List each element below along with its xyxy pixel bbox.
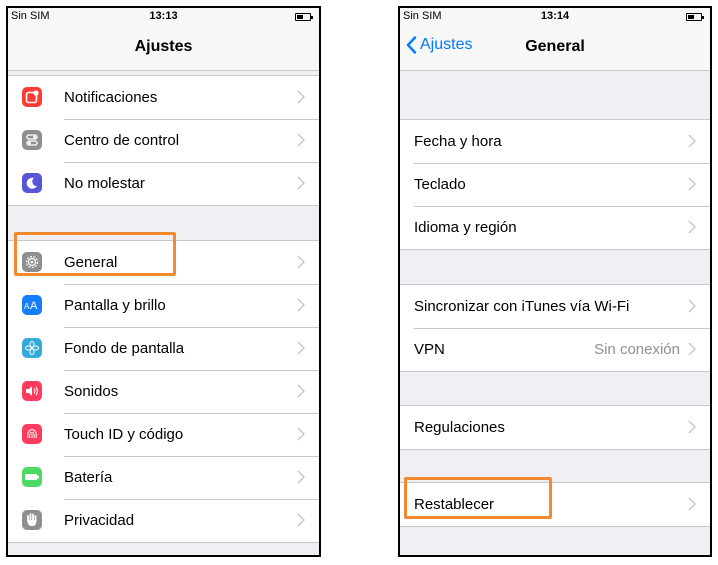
hand-icon (22, 510, 42, 530)
settings-group-2: General AA Pantalla y brillo Fondo de pa… (8, 240, 319, 543)
row-label: Teclado (414, 176, 466, 193)
row-teclado[interactable]: Teclado (400, 163, 710, 206)
chevron-right-icon (297, 341, 305, 355)
chevron-right-icon (688, 497, 696, 511)
row-label: Notificaciones (64, 89, 158, 106)
clock: 13:13 (149, 10, 178, 22)
row-label: Fecha y hora (414, 133, 502, 150)
chevron-right-icon (297, 133, 305, 147)
row-label: Sonidos (64, 383, 119, 400)
row-label: Centro de control (64, 132, 180, 149)
flower-icon (22, 338, 42, 358)
chevron-right-icon (297, 384, 305, 398)
settings-screen: Sin SIM 13:13 Ajustes Notificaciones Cen… (6, 6, 321, 557)
speaker-icon (22, 381, 42, 401)
row-bateria[interactable]: Batería (8, 456, 319, 499)
row-notificaciones[interactable]: Notificaciones (8, 76, 319, 119)
chevron-right-icon (297, 176, 305, 190)
settings-group-1: Notificaciones Centro de control No mole… (8, 75, 319, 206)
page-title: General (525, 38, 585, 55)
chevron-right-icon (688, 299, 696, 313)
chevron-right-icon (688, 342, 696, 356)
row-label: Sincronizar con iTunes vía Wi-Fi (414, 298, 630, 315)
chevron-right-icon (688, 177, 696, 191)
row-label: Touch ID y código (64, 426, 184, 443)
general-group-1: Fecha y hora Teclado Idioma y región (400, 119, 710, 250)
chevron-right-icon (688, 220, 696, 234)
general-group-2: Sincronizar con iTunes vía Wi-Fi VPN Sin… (400, 284, 710, 372)
battery-icon (686, 13, 704, 21)
chevron-right-icon (297, 90, 305, 104)
battery-icon (295, 13, 313, 21)
row-pantalla-y-brillo[interactable]: AA Pantalla y brillo (8, 284, 319, 327)
row-no-molestar[interactable]: No molestar (8, 162, 319, 205)
row-sincronizar-itunes[interactable]: Sincronizar con iTunes vía Wi-Fi (400, 285, 710, 328)
row-label: Fondo de pantalla (64, 340, 185, 357)
control-center-icon (22, 130, 42, 150)
row-fecha-y-hora[interactable]: Fecha y hora (400, 120, 710, 163)
chevron-right-icon (297, 427, 305, 441)
general-group-3: Regulaciones (400, 405, 710, 450)
highlight-restablecer (404, 477, 552, 519)
nav-bar: Ajustes (8, 26, 319, 71)
fingerprint-icon (22, 424, 42, 444)
moon-icon (22, 173, 42, 193)
row-centro-de-control[interactable]: Centro de control (8, 119, 319, 162)
row-fondo-de-pantalla[interactable]: Fondo de pantalla (8, 327, 319, 370)
chevron-right-icon (297, 470, 305, 484)
chevron-right-icon (297, 255, 305, 269)
row-label: VPN (414, 341, 445, 358)
status-bar: Sin SIM 13:14 (400, 8, 710, 26)
row-label: Pantalla y brillo (64, 297, 166, 314)
clock: 13:14 (540, 10, 570, 22)
row-label: Batería (64, 469, 113, 486)
svg-text:A: A (30, 300, 38, 311)
nav-bar: Ajustes General (400, 26, 710, 71)
vpn-status: Sin conexión (594, 341, 680, 358)
row-label: No molestar (64, 175, 145, 192)
row-label: Privacidad (64, 512, 135, 529)
notifications-icon (22, 87, 42, 107)
status-bar: Sin SIM 13:13 (8, 8, 319, 26)
row-touch-id-y-codigo[interactable]: Touch ID y código (8, 413, 319, 456)
row-label: Regulaciones (414, 419, 505, 436)
row-sonidos[interactable]: Sonidos (8, 370, 319, 413)
chevron-right-icon (688, 420, 696, 434)
battery-icon (22, 467, 42, 487)
row-regulaciones[interactable]: Regulaciones (400, 406, 710, 449)
page-title: Ajustes (134, 38, 193, 55)
row-vpn[interactable]: VPN Sin conexión (400, 328, 710, 371)
chevron-right-icon (688, 134, 696, 148)
row-idioma-y-region[interactable]: Idioma y región (400, 206, 710, 249)
row-privacidad[interactable]: Privacidad (8, 499, 319, 542)
text-size-icon: AA (22, 295, 42, 315)
highlight-general (14, 232, 176, 276)
row-label: Idioma y región (414, 219, 517, 236)
general-screen: Sin SIM 13:14 Ajustes General Fecha y ho… (398, 6, 712, 557)
chevron-right-icon (297, 298, 305, 312)
chevron-right-icon (297, 513, 305, 527)
